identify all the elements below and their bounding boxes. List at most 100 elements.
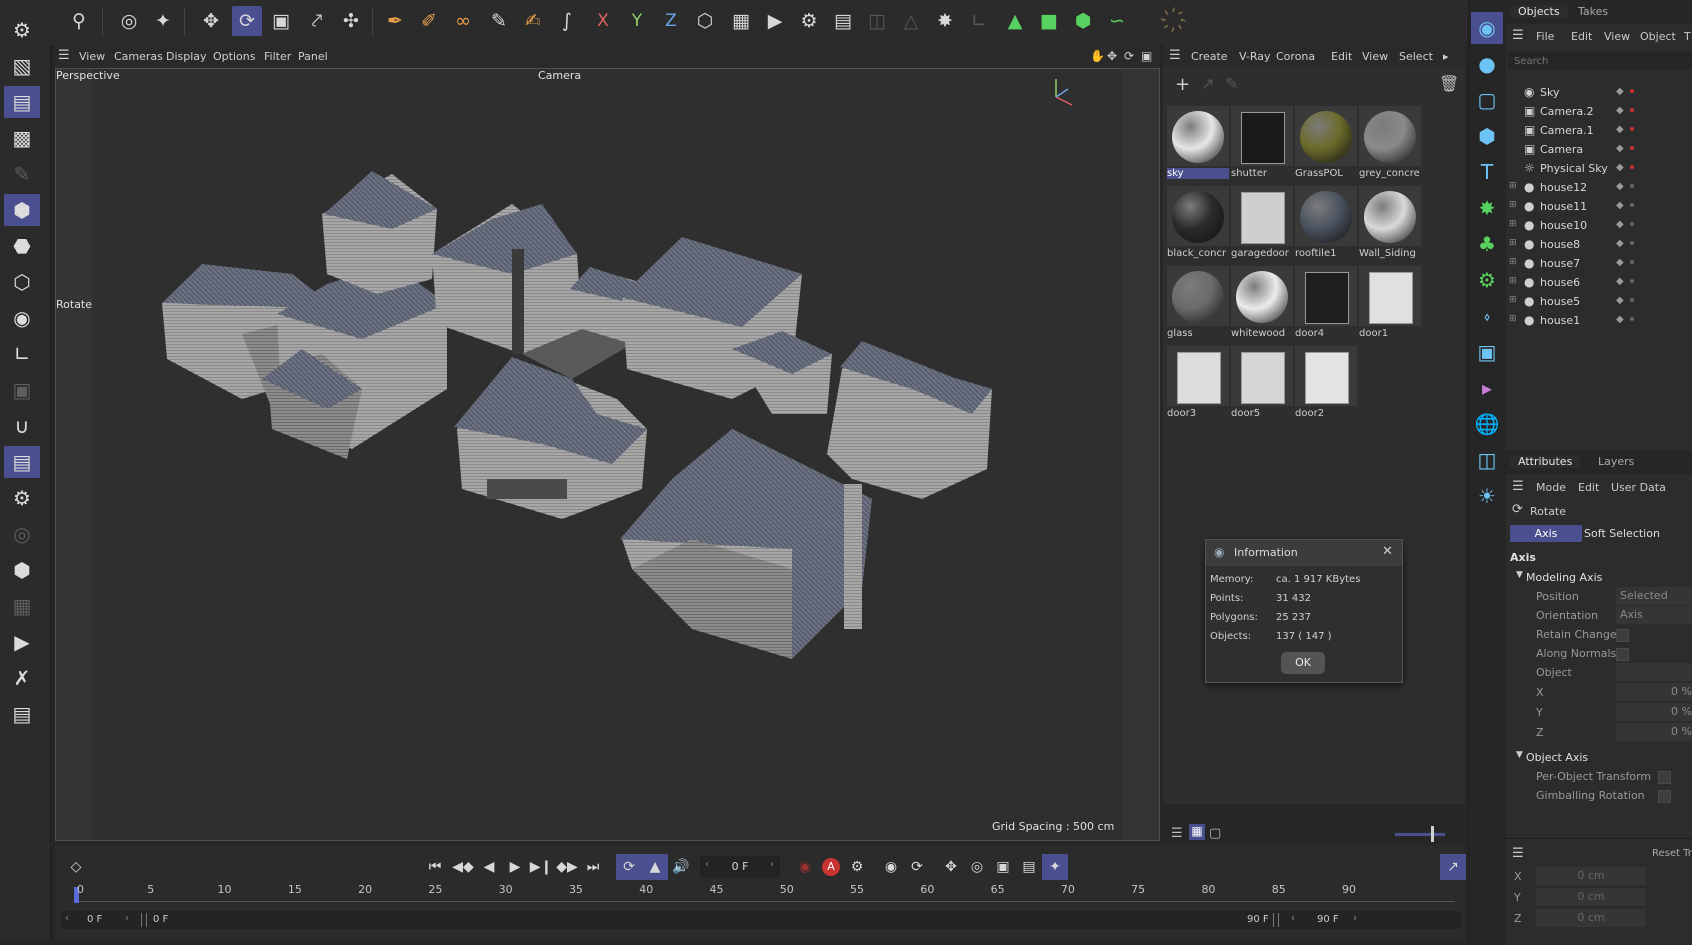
object-axis-title[interactable]: Object Axis [1526, 751, 1588, 764]
next-key-icon[interactable]: ◆▶ [554, 854, 580, 880]
render-dot-icon[interactable] [1630, 279, 1634, 283]
point-move-icon[interactable]: ✣ [336, 6, 366, 36]
collapse-arrow-icon[interactable]: ▼ [1516, 750, 1523, 760]
goto-end-icon[interactable]: ⏭ [580, 854, 606, 880]
pan-icon[interactable]: ✋ [1090, 49, 1105, 63]
search-icon[interactable]: ⚲ [64, 6, 94, 36]
menu-options[interactable]: Options [213, 50, 255, 63]
tab-objects[interactable]: Objects [1510, 5, 1568, 18]
keyframe-selection-icon[interactable]: ⚙ [844, 854, 870, 880]
objects-manager-icon[interactable]: ◉ [1471, 12, 1503, 44]
texture-icon[interactable]: ▩ [4, 122, 40, 154]
brush-icon[interactable]: ✎ [484, 6, 514, 36]
render-settings-icon[interactable]: ⚙ [794, 6, 824, 36]
record-pla-icon[interactable]: ▣ [990, 854, 1016, 880]
snap-icon[interactable]: △ [896, 6, 926, 36]
collapse-arrow-icon[interactable]: ▼ [1516, 570, 1523, 580]
environment-icon[interactable]: 🌐 [1471, 408, 1503, 440]
solo-icon[interactable]: ▤ [4, 446, 40, 478]
timeline-graph-icon[interactable]: ↗ [1440, 854, 1466, 880]
dynamics-icon[interactable]: ∟ [964, 6, 994, 36]
orbit-icon[interactable]: ⟳ [1124, 49, 1134, 63]
visibility-icon[interactable]: ◆ [1616, 219, 1624, 230]
prev-key-icon[interactable]: ◀◆ [450, 854, 476, 880]
coord-z-field[interactable]: 0 cm [1536, 909, 1646, 927]
render-dot-icon[interactable] [1630, 260, 1634, 264]
material-swatch[interactable]: grey_concre [1359, 106, 1421, 182]
menu-panel[interactable]: Panel [298, 50, 328, 63]
viewport[interactable]: Perspective Camera Rotate Grid Spacing :… [55, 68, 1160, 841]
material-swatch[interactable]: black_concr [1167, 186, 1229, 262]
coord-x-field[interactable]: 0 cm [1536, 867, 1646, 885]
mat-menu-create[interactable]: Create [1191, 50, 1228, 63]
camera-label[interactable]: Camera [538, 69, 581, 82]
transfer-icon[interactable]: ⤤ [302, 6, 332, 36]
retain-changes-checkbox[interactable] [1616, 629, 1629, 642]
subtab-soft-selection[interactable]: Soft Selection [1582, 525, 1662, 542]
menu-filter[interactable]: Filter [264, 50, 291, 63]
visibility-icon[interactable]: ◆ [1616, 238, 1624, 249]
axis-lock-icon[interactable]: ⬢ [4, 554, 40, 586]
range-end-arrow-icon[interactable]: ‹ [1291, 913, 1295, 924]
picture-viewer-icon[interactable]: ▤ [828, 6, 858, 36]
obj-menu-tags[interactable]: T [1684, 30, 1691, 43]
frame-left-arrow-icon[interactable]: ‹ [705, 859, 709, 870]
cloner-icon[interactable]: ♣ [1471, 228, 1503, 260]
x-axis-icon[interactable]: X [588, 6, 618, 36]
range-start-handle[interactable] [141, 913, 147, 927]
object-row[interactable]: ◉ Sky ◆ [1506, 83, 1692, 103]
keyframe-icon[interactable]: ◇ [63, 854, 89, 880]
render-dot-icon[interactable] [1630, 89, 1634, 93]
attr-menu-edit[interactable]: Edit [1578, 481, 1599, 494]
record-position-icon[interactable]: ◉ [878, 854, 904, 880]
eyedropper-icon[interactable]: ✎ [1225, 74, 1238, 93]
dolly-icon[interactable]: ✥ [1107, 49, 1117, 63]
material-swatch[interactable]: Wall_Siding [1359, 186, 1421, 262]
menu-display[interactable]: Display [166, 50, 207, 63]
frame-ruler[interactable]: 0 5 10 15 20 25 30 35 40 45 50 55 60 65 70 75 80 85 90 [74, 883, 1455, 903]
modeling-axis-title[interactable]: Modeling Axis [1526, 571, 1602, 584]
spline-icon[interactable]: ∽ [1102, 6, 1132, 36]
tab-layers[interactable]: Layers [1598, 455, 1634, 468]
size-slider[interactable] [1395, 833, 1445, 836]
visibility-icon[interactable]: ◆ [1616, 200, 1624, 211]
uv-mode-icon[interactable]: ▣ [4, 374, 40, 406]
per-object-transform-checkbox[interactable] [1658, 771, 1671, 784]
viewport-solo-icon[interactable]: ▦ [4, 590, 40, 622]
mat-menu-edit[interactable]: Edit [1331, 50, 1352, 63]
mat-menu-select[interactable]: Select [1399, 50, 1433, 63]
paint-icon[interactable]: ✎ [4, 158, 40, 190]
expand-icon[interactable]: ⊞ [1509, 257, 1517, 267]
render-view-icon[interactable]: ▶ [760, 6, 790, 36]
rotate-icon[interactable]: ⟳ [232, 6, 262, 36]
effector-icon[interactable]: ⚙ [1471, 264, 1503, 296]
material-swatch[interactable]: door2 [1295, 346, 1357, 422]
object-row[interactable]: ⊞ ● house6 ◆ [1506, 273, 1692, 293]
camera-panel-icon[interactable]: ◫ [1471, 444, 1503, 476]
coords-hamburger-icon[interactable]: ☰ [1512, 846, 1524, 861]
range-end-field[interactable]: 90 F [1247, 914, 1269, 925]
record-scale-icon[interactable]: ✥ [938, 854, 964, 880]
tag-icon[interactable]: ⬫ [1471, 300, 1503, 332]
autokey-record-button[interactable]: A [818, 854, 844, 880]
trash-icon[interactable]: 🗑 [1439, 74, 1459, 93]
sound-icon[interactable]: 🔊 [668, 854, 694, 880]
menu-view[interactable]: View [79, 50, 105, 63]
play-icon[interactable]: ▶ [502, 854, 528, 880]
current-frame-field[interactable]: 0 F [700, 856, 780, 878]
object-row[interactable]: ⊞ ● house1 ◆ [1506, 311, 1692, 331]
expand-icon[interactable]: ⊞ [1509, 276, 1517, 286]
large-view-icon[interactable]: ▢ [1209, 826, 1221, 841]
point-mode-icon[interactable]: ◉ [4, 302, 40, 334]
expand-icon[interactable]: ⊞ [1509, 181, 1517, 191]
object-row[interactable]: ▣ Camera ◆ [1506, 140, 1692, 160]
field-icon[interactable]: ▣ [1471, 336, 1503, 368]
ok-button[interactable]: OK [1281, 652, 1325, 674]
lock-icon[interactable]: ◫ [862, 6, 892, 36]
obj-menu-edit[interactable]: Edit [1571, 30, 1592, 43]
object-field[interactable] [1616, 663, 1692, 681]
deformer-icon[interactable]: ⬢ [1068, 6, 1098, 36]
figure-icon[interactable]: ҉ [1168, 6, 1198, 36]
visibility-icon[interactable]: ◆ [1616, 314, 1624, 325]
along-normals-checkbox[interactable] [1616, 648, 1629, 661]
